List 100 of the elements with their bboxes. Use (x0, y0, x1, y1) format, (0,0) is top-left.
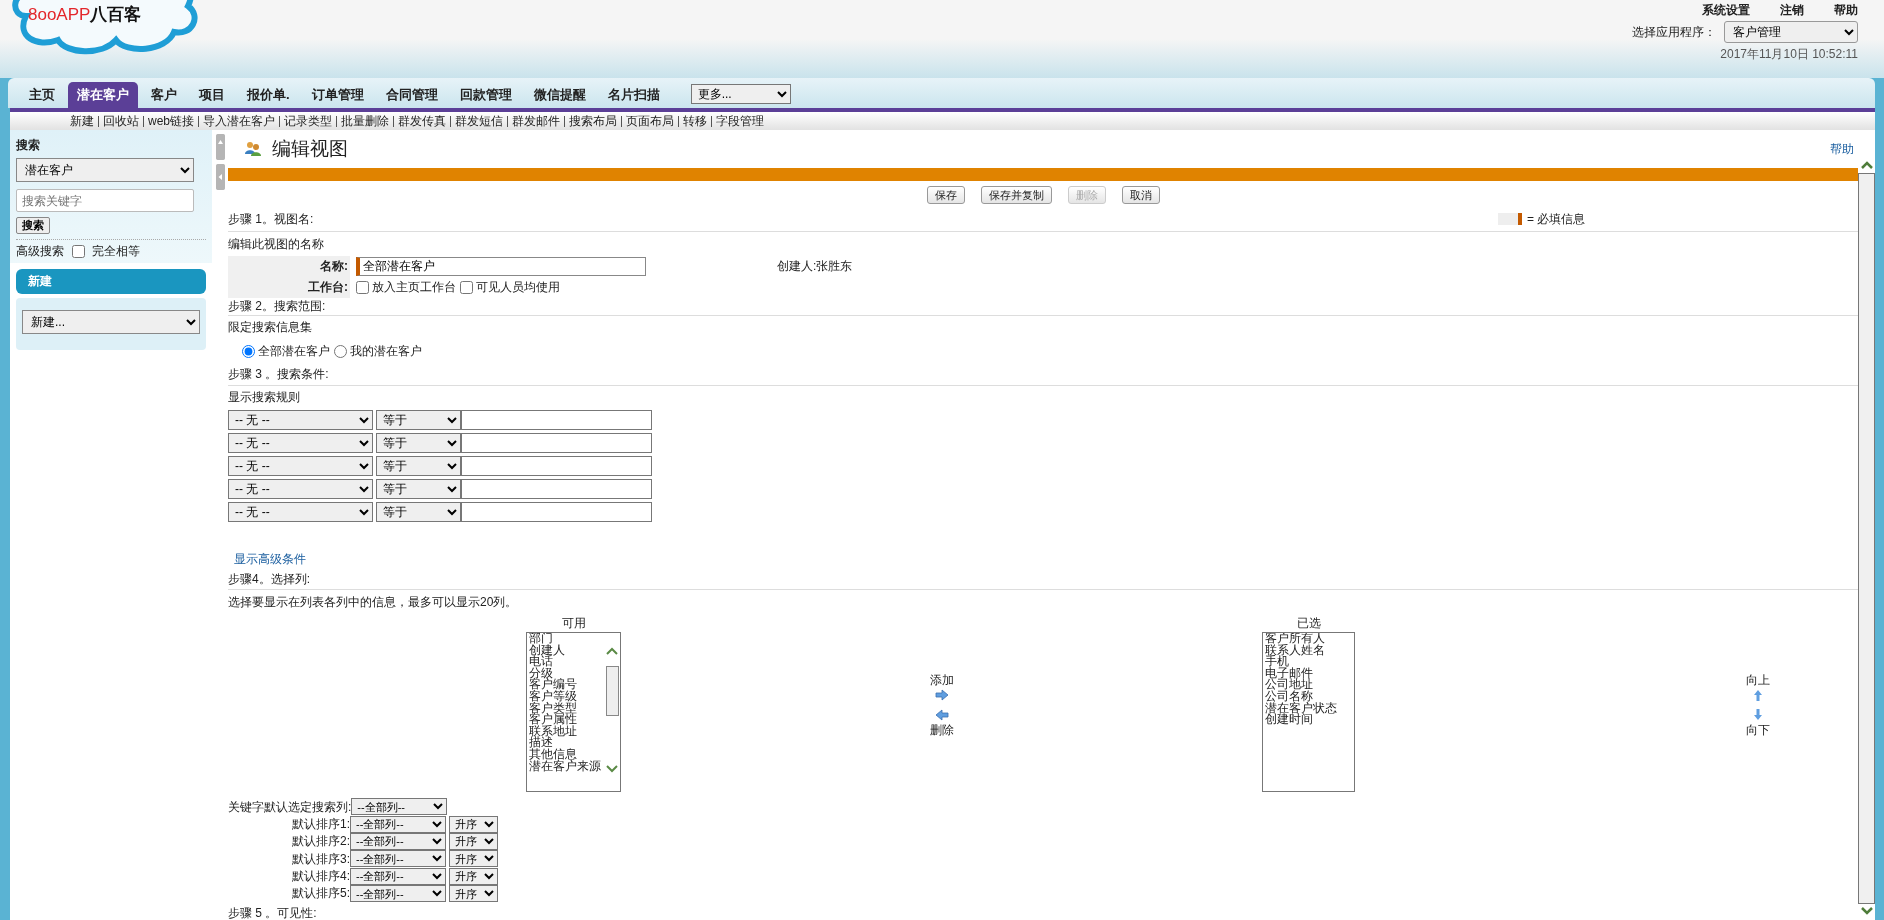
scroll-down-icon[interactable] (1859, 906, 1874, 916)
list-option[interactable]: 手机 (1263, 656, 1354, 668)
scope-radio[interactable] (334, 344, 347, 358)
show-advanced-link[interactable]: 显示高级条件 (234, 551, 306, 567)
filter-field-select[interactable]: -- 无 -- (228, 478, 373, 499)
sub-nav-link[interactable]: 新建 (66, 115, 98, 127)
header-link[interactable]: 注销 (1780, 3, 1804, 18)
sort-order-select[interactable]: 升序 (449, 850, 498, 868)
sub-nav-link[interactable]: 批量删除 (336, 115, 393, 127)
filter-operator-select[interactable]: 等于 (376, 501, 461, 522)
filter-operator-select[interactable]: 等于 (376, 478, 461, 499)
filter-operator-select[interactable]: 等于 (376, 455, 461, 476)
collapse-left-handle-icon[interactable] (215, 164, 225, 190)
sort-order-select[interactable]: 升序 (449, 885, 498, 903)
filter-field-select[interactable]: -- 无 -- (228, 432, 373, 453)
nav-tab[interactable]: 名片扫描 (598, 82, 669, 108)
step-subheading: 编辑此视图的名称 (228, 236, 324, 252)
workbench-checkbox[interactable] (460, 281, 473, 294)
list-scrollbar-thumb[interactable] (606, 666, 619, 716)
list-option[interactable]: 公司地址 (1263, 679, 1354, 691)
nav-tab[interactable]: 合同管理 (376, 82, 447, 108)
sub-nav-link[interactable]: 字段管理 (711, 115, 768, 127)
nav-tab[interactable]: 回款管理 (450, 82, 521, 108)
up-arrow-icon[interactable] (1753, 689, 1763, 702)
sub-nav-link[interactable]: 记录类型 (279, 115, 336, 127)
left-arrow-icon[interactable] (934, 709, 949, 721)
search-field[interactable]: 搜索关键字 (16, 189, 194, 212)
list-option[interactable]: 联系地址 (527, 725, 620, 738)
list-option[interactable]: 电子邮件 (1263, 667, 1354, 680)
sort-column-select[interactable]: --全部列-- (350, 815, 446, 833)
down-arrow-icon[interactable] (1753, 708, 1763, 721)
list-option[interactable]: 联系人姓名 (1263, 644, 1354, 657)
list-option[interactable]: 其他信息 (527, 748, 620, 761)
sort-column-select[interactable]: --全部列-- (350, 867, 446, 885)
advanced-search-link[interactable]: 高级搜索 (16, 244, 64, 259)
workbench-checkbox[interactable] (356, 281, 369, 294)
more-select[interactable]: 更多... (690, 84, 791, 104)
list-option[interactable]: 潜在客户状态 (1263, 702, 1354, 715)
scope-radio[interactable] (242, 344, 255, 358)
list-scroll-up-icon[interactable] (606, 647, 618, 656)
search-button[interactable]: 搜索 (16, 217, 50, 235)
sub-nav-link[interactable]: 回收站 (98, 115, 143, 127)
filter-field-select[interactable]: -- 无 -- (228, 455, 373, 476)
sort-order-select[interactable]: 升序 (449, 815, 498, 833)
filter-value-field[interactable] (461, 455, 652, 476)
nav-tab[interactable]: 客户 (142, 82, 186, 108)
filter-field-select[interactable]: -- 无 -- (228, 409, 373, 430)
header-link[interactable]: 系统设置 (1702, 3, 1750, 18)
search-scope-select[interactable]: 潜在客户 (16, 158, 194, 182)
list-option[interactable]: 客户等级 (527, 690, 620, 703)
view-name-field[interactable]: 全部潜在客户 (356, 257, 646, 276)
vertical-scrollbar[interactable] (1858, 173, 1875, 904)
filter-value-field[interactable] (461, 501, 652, 522)
sub-nav-link[interactable]: 搜索布局 (564, 115, 621, 127)
sub-nav-link[interactable]: 群发邮件 (507, 115, 564, 127)
sort-column-select[interactable]: --全部列-- (350, 885, 446, 903)
nav-tab[interactable]: 主页 (20, 82, 64, 108)
list-option[interactable]: 描述 (527, 737, 620, 749)
legend-field-swatch (1498, 213, 1518, 226)
nav-tab[interactable]: 潜在客户 (68, 82, 138, 108)
keyword-column-select[interactable]: --全部列-- (351, 798, 448, 816)
nav-tab[interactable]: 报价单. (238, 82, 299, 108)
nav-tab[interactable]: 项目 (190, 82, 234, 108)
filter-value-field[interactable] (461, 478, 652, 499)
nav-tab[interactable]: 订单管理 (302, 82, 373, 108)
sub-nav-link[interactable]: web链接 (143, 115, 198, 127)
action-button[interactable]: 保存并复制 (980, 185, 1052, 204)
sub-nav-link[interactable]: 页面布局 (621, 115, 678, 127)
sort-order-select[interactable]: 升序 (449, 867, 498, 885)
filter-field-select[interactable]: -- 无 -- (228, 501, 373, 522)
sub-nav-link[interactable]: 群发传真 (393, 115, 450, 127)
right-arrow-icon[interactable] (934, 689, 949, 701)
list-option[interactable]: 客户编号 (527, 679, 620, 691)
new-record-select[interactable]: 新建... (22, 309, 200, 334)
list-scroll-down-icon[interactable] (606, 764, 618, 773)
list-option[interactable]: 客户属性 (527, 714, 620, 726)
list-option[interactable]: 公司名称 (1263, 690, 1354, 703)
list-option[interactable]: 客户类型 (527, 702, 620, 715)
header-link[interactable]: 帮助 (1834, 3, 1858, 18)
sub-nav-link[interactable]: 转移 (678, 115, 711, 127)
datetime-text: 2017年11月10日 10:52:11 (1720, 47, 1858, 62)
list-option[interactable]: 创建人 (527, 644, 620, 657)
collapse-up-handle-icon[interactable] (215, 134, 225, 160)
sort-column-select[interactable]: --全部列-- (350, 850, 446, 868)
filter-value-field[interactable] (461, 409, 652, 430)
list-option[interactable]: 创建时间 (1263, 714, 1354, 726)
list-option[interactable]: 电话 (527, 656, 620, 668)
sub-nav-link[interactable]: 群发短信 (450, 115, 507, 127)
action-button[interactable]: 取消 (1121, 185, 1160, 204)
nav-tab[interactable]: 微信提醒 (524, 82, 595, 108)
filter-operator-select[interactable]: 等于 (376, 409, 461, 430)
app-select[interactable]: 客户管理 (1724, 21, 1858, 44)
action-button[interactable]: 保存 (926, 185, 965, 204)
help-link[interactable]: 帮助 (1830, 142, 1854, 157)
filter-value-field[interactable] (461, 432, 652, 453)
scroll-up-icon[interactable] (1859, 160, 1874, 170)
list-option[interactable]: 潜在客户来源 (527, 760, 620, 773)
sub-nav-link[interactable]: 导入潜在客户 (198, 115, 279, 127)
exact-match-checkbox[interactable] (72, 244, 85, 258)
filter-operator-select[interactable]: 等于 (376, 432, 461, 453)
